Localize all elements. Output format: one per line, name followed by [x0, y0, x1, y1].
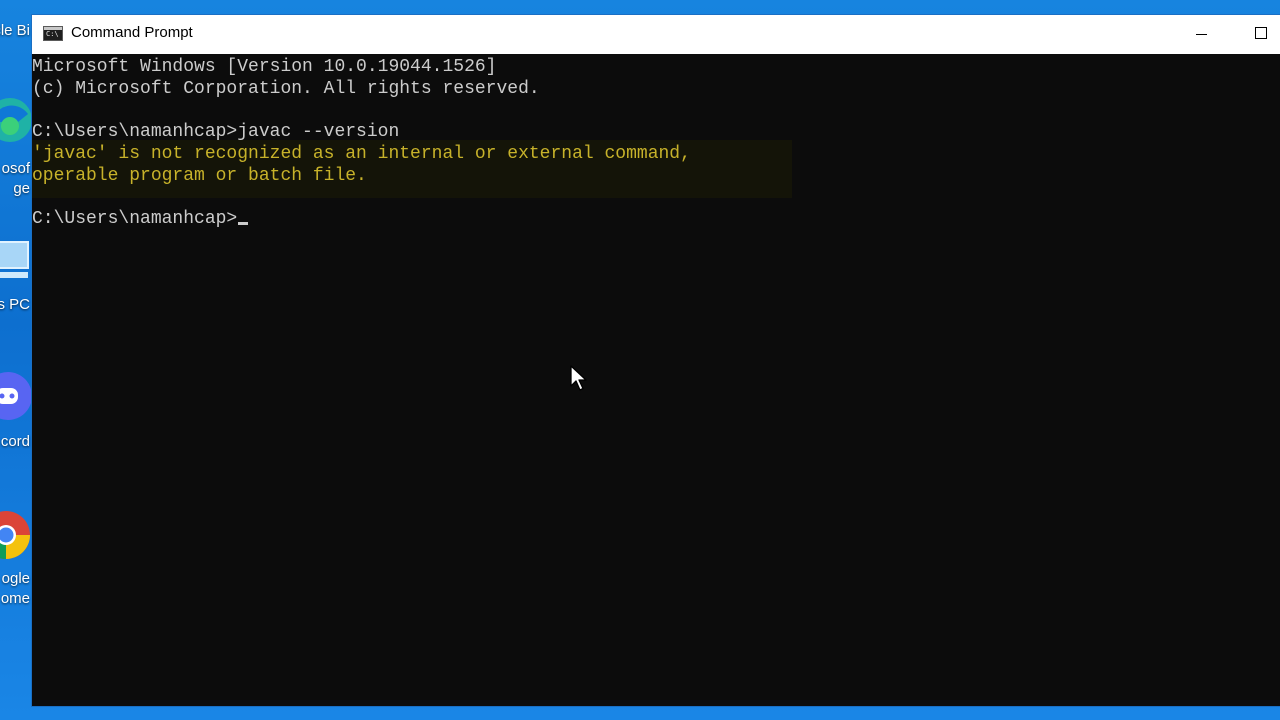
- cmd-icon[interactable]: C:\: [43, 26, 63, 41]
- window-title: Command Prompt: [71, 24, 193, 41]
- console-line-copyright: (c) Microsoft Corporation. All rights re…: [32, 79, 540, 99]
- desktop-strip: cle Bi osof ge s PC cord ogle ome: [0, 0, 32, 720]
- maximize-button[interactable]: [1232, 15, 1280, 54]
- chrome-icon[interactable]: [0, 505, 32, 565]
- discord-icon[interactable]: [0, 368, 32, 426]
- command-prompt-window[interactable]: C:\ Command Prompt Microsoft Windows [Ve…: [32, 15, 1280, 706]
- minimize-button[interactable]: [1172, 15, 1230, 54]
- desktop-label-chrome-1[interactable]: ogle: [2, 570, 30, 587]
- maximize-icon: [1255, 27, 1267, 39]
- desktop-label-this-pc[interactable]: s PC: [0, 296, 30, 313]
- desktop-label-recycle-bin[interactable]: cle Bi: [0, 22, 30, 39]
- edge-icon[interactable]: [0, 92, 32, 152]
- console-line-error-1: 'javac' is not recognized as an internal…: [32, 144, 691, 164]
- console-line-command: C:\Users\namanhcap>javac --version: [32, 122, 400, 142]
- this-pc-icon[interactable]: [0, 238, 32, 286]
- title-bar[interactable]: C:\ Command Prompt: [32, 15, 1280, 54]
- minimize-icon: [1196, 34, 1207, 35]
- console-prompt-line[interactable]: C:\Users\namanhcap>: [32, 208, 249, 230]
- prompt-text: C:\Users\namanhcap>: [32, 209, 238, 229]
- console-line-error-2: operable program or batch file.: [32, 166, 367, 186]
- console-output[interactable]: Microsoft Windows [Version 10.0.19044.15…: [32, 54, 1280, 706]
- mouse-pointer-icon: [570, 365, 587, 391]
- console-line-version: Microsoft Windows [Version 10.0.19044.15…: [32, 57, 497, 77]
- desktop-label-edge-2[interactable]: ge: [13, 180, 30, 197]
- text-cursor: [238, 222, 249, 225]
- desktop-label-discord[interactable]: cord: [1, 433, 30, 450]
- desktop-label-edge-1[interactable]: osof: [2, 160, 30, 177]
- desktop-label-chrome-2[interactable]: ome: [1, 590, 30, 607]
